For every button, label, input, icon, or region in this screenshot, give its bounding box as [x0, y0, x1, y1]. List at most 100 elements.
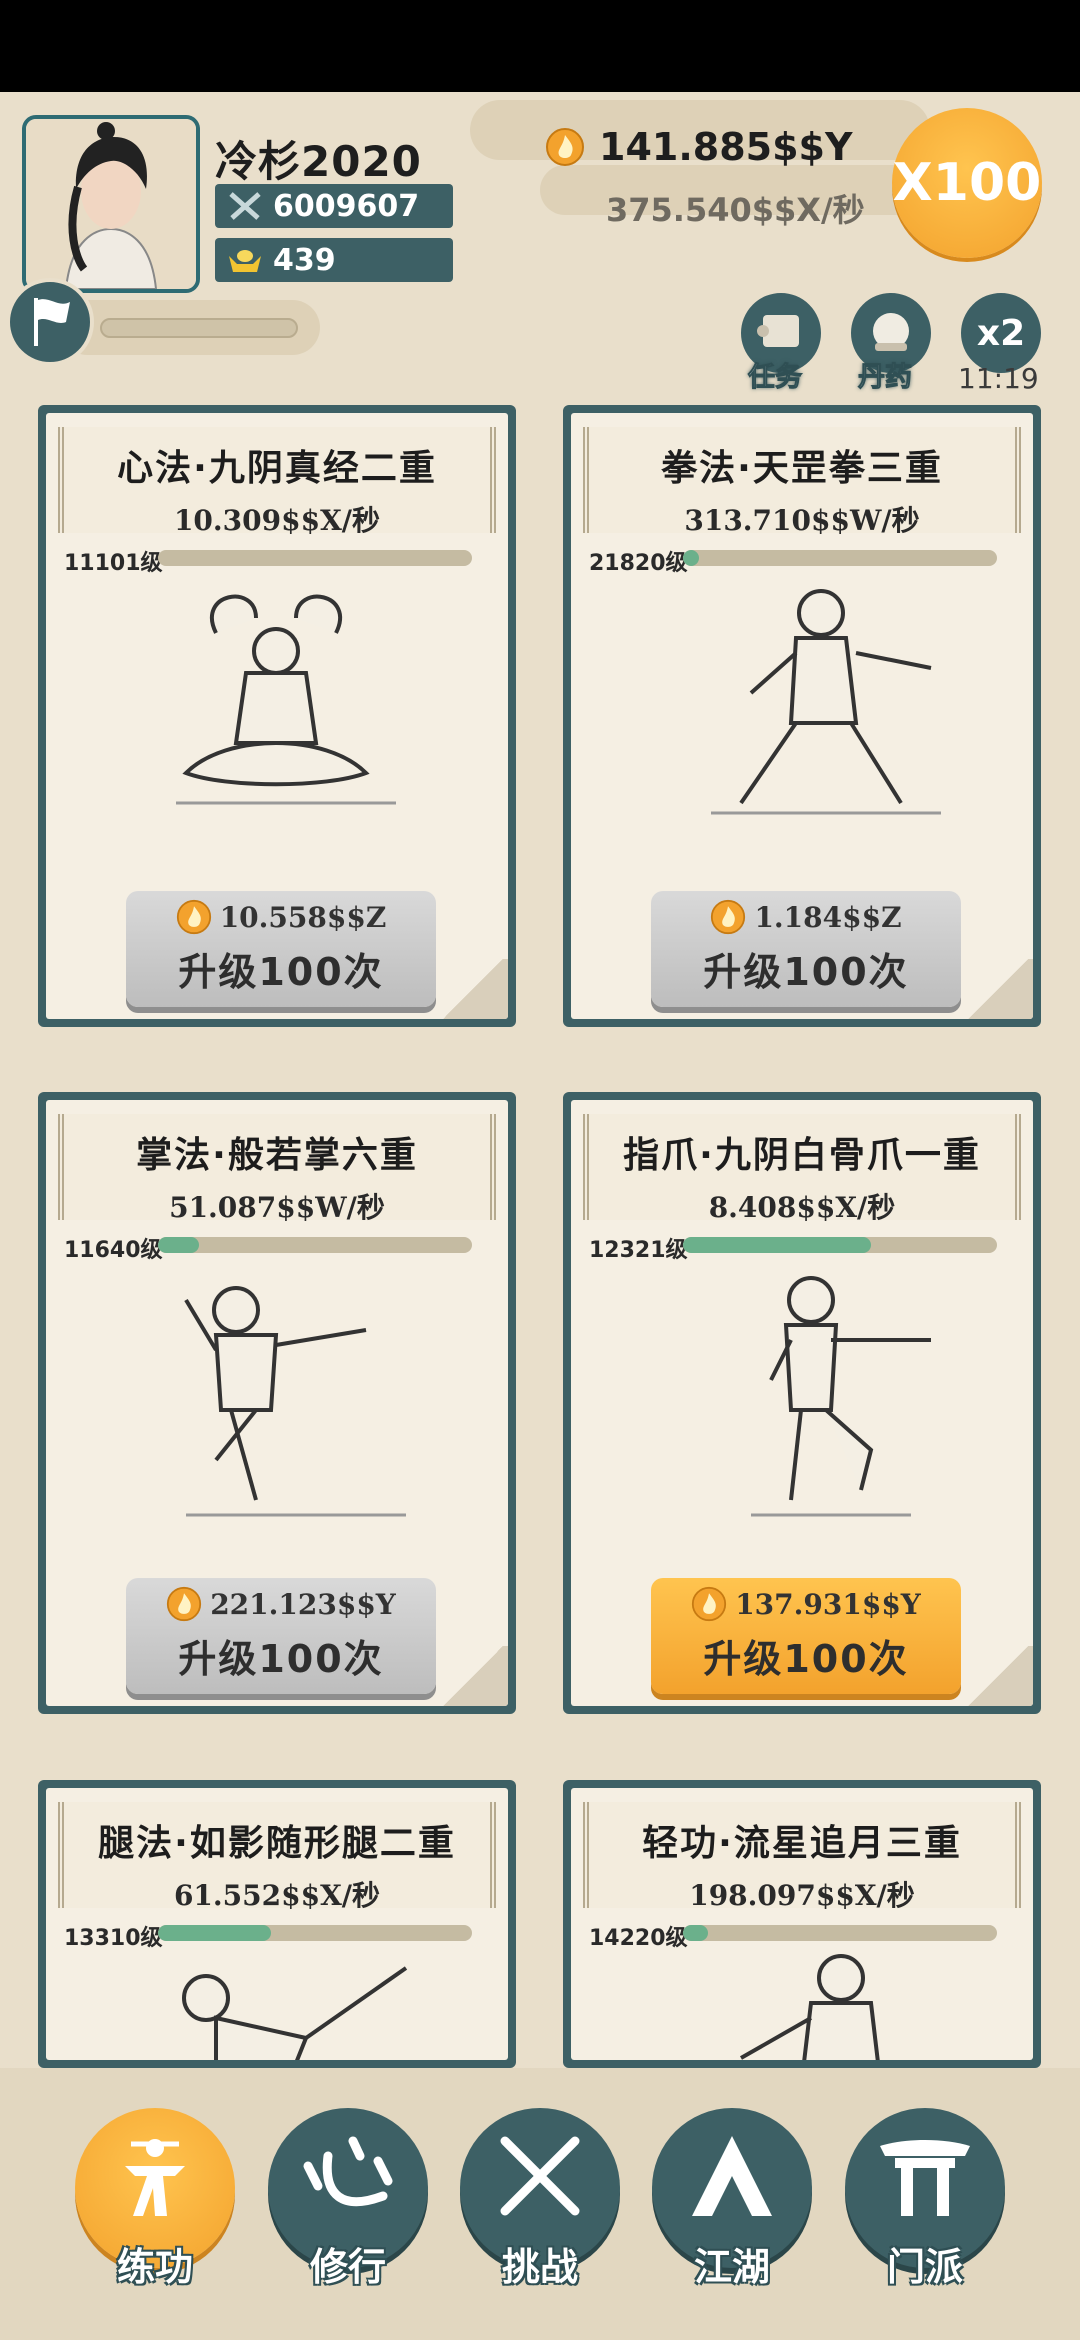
skill-title: 轻功·流星追月三重 — [642, 1823, 962, 1864]
skill-card-body: 指爪·九阴白骨爪一重 8.408$$X/秒 12321级 137.931$$Y 升级10… — [571, 1100, 1033, 1706]
skill-card-body: 拳法·天罡拳三重 313.710$$W/秒 21820级 1.184$$Z 升级100次 — [571, 413, 1033, 1019]
skill-card[interactable]: 指爪·九阴白骨爪一重 8.408$$X/秒 12321级 137.931$$Y 升级10… — [563, 1092, 1041, 1714]
skill-scroll-header: 掌法·般若掌六重 51.087$$W/秒 — [58, 1114, 496, 1224]
flame-coin-icon — [546, 128, 584, 166]
skill-scroll-header: 拳法·天罡拳三重 313.710$$W/秒 — [583, 427, 1021, 537]
currency-amount: 141.885$$Y — [599, 125, 853, 169]
skill-scroll-header: 腿法·如影随形腿二重 61.552$$X/秒 — [58, 1802, 496, 1912]
skill-card[interactable]: 心法·九阴真经二重 10.309$$X/秒 11101级 10.558$$Z 升级100… — [38, 405, 516, 1027]
nav-challenge-icon — [500, 2136, 580, 2216]
skill-rate: 8.408$$X/秒 — [708, 1191, 896, 1224]
nav-jianghu[interactable]: 江湖 — [652, 2108, 812, 2298]
flag-icon — [34, 298, 70, 346]
upgrade-label: 升级100次 — [703, 1637, 909, 1681]
nav-label: 门派 — [886, 2245, 963, 2289]
player-name: 冷杉2020 — [215, 137, 422, 186]
skill-scroll-header: 轻功·流星追月三重 198.097$$X/秒 — [583, 1802, 1021, 1912]
page-curl — [963, 959, 1033, 1019]
martial-artist-figure — [751, 1276, 931, 1517]
pill-label: 丹药 — [858, 362, 913, 394]
skill-title: 心法·九阴真经二重 — [117, 448, 437, 489]
page-curl — [438, 1646, 508, 1706]
upgrade-button[interactable]: 10.558$$Z 升级100次 — [126, 891, 436, 1007]
task-label: 任务 — [748, 362, 803, 394]
currency-rate: 375.540$$X/秒 — [606, 191, 865, 229]
flame-coin-icon — [167, 1586, 202, 1622]
currency-display: 141.885$$Y — [545, 125, 852, 169]
upgrade-label: 升级100次 — [703, 950, 909, 994]
skill-progress-bar — [683, 1237, 997, 1253]
nav-cultivate[interactable]: 修行 — [268, 2108, 428, 2298]
skill-progress-bar — [683, 550, 997, 566]
nav-practice-icon — [125, 2139, 185, 2216]
skill-rate: 51.087$$W/秒 — [169, 1191, 385, 1224]
upgrade-cost-value: 137.931$$Y — [735, 1587, 921, 1621]
upgrade-label: 升级100次 — [178, 1637, 384, 1681]
nav-sect[interactable]: 门派 — [845, 2108, 1005, 2298]
skill-scroll-header: 心法·九阴真经二重 10.309$$X/秒 — [58, 427, 496, 537]
power-stat: 6009607 — [215, 184, 453, 228]
martial-artist-figure — [711, 589, 941, 815]
gold-ingot-icon — [225, 244, 265, 276]
skill-progress-fill — [683, 550, 699, 566]
skill-card-body: 掌法·般若掌六重 51.087$$W/秒 11640级 221.123$$Y 升级100… — [46, 1100, 508, 1706]
multiplier-button[interactable]: X100 — [892, 108, 1042, 258]
martial-artist-figure — [182, 1966, 408, 2060]
skill-title: 拳法·天罡拳三重 — [661, 448, 943, 489]
gold-stat: 439 — [215, 238, 453, 282]
skill-title: 掌法·般若掌六重 — [136, 1135, 418, 1176]
skill-rate: 61.552$$X/秒 — [173, 1879, 381, 1912]
skill-title: 指爪·九阴白骨爪一重 — [623, 1135, 981, 1176]
upgrade-cost-value: 221.123$$Y — [210, 1587, 396, 1621]
skill-card[interactable]: 掌法·般若掌六重 51.087$$W/秒 11640级 221.123$$Y 升级100… — [38, 1092, 516, 1714]
upgrade-cost-value: 10.558$$Z — [219, 900, 387, 934]
flame-coin-icon — [176, 899, 211, 935]
avatar[interactable] — [22, 115, 200, 293]
skill-rate: 198.097$$X/秒 — [689, 1879, 915, 1912]
gold-value: 439 — [273, 242, 336, 278]
experience-bar — [100, 318, 298, 338]
upgrade-button[interactable]: 221.123$$Y 升级100次 — [126, 1578, 436, 1694]
guild-flag-button[interactable] — [6, 278, 94, 366]
skill-scroll-header: 指爪·九阴白骨爪一重 8.408$$X/秒 — [583, 1114, 1021, 1224]
upgrade-cost: 1.184$$Z — [651, 899, 961, 935]
skill-card[interactable]: 腿法·如影随形腿二重 61.552$$X/秒 13310级 — [38, 1780, 516, 2068]
nav-challenge[interactable]: 挑战 — [460, 2108, 620, 2298]
upgrade-cost: 137.931$$Y — [651, 1586, 961, 1622]
skill-progress-fill — [683, 1925, 709, 1941]
nav-practice[interactable]: 练功 — [75, 2108, 235, 2298]
skill-progress-bar — [158, 1925, 472, 1941]
skill-title: 腿法·如影随形腿二重 — [98, 1823, 456, 1864]
skill-progress-fill — [158, 1237, 199, 1253]
nav-label: 练功 — [116, 2245, 193, 2289]
upgrade-label: 升级100次 — [178, 950, 384, 994]
nav-cultivate-icon — [303, 2136, 393, 2207]
page-curl — [963, 1646, 1033, 1706]
flame-coin-icon — [692, 1586, 727, 1622]
upgrade-button[interactable]: 137.931$$Y 升级100次 — [651, 1578, 961, 1694]
crossed-swords-icon — [225, 190, 265, 222]
power-value: 6009607 — [273, 188, 420, 224]
skill-progress-bar — [158, 1237, 472, 1253]
upgrade-cost-value: 1.184$$Z — [754, 900, 902, 934]
skill-rate: 313.710$$W/秒 — [684, 504, 920, 537]
skill-card-body: 轻功·流星追月三重 198.097$$X/秒 14220级 — [571, 1788, 1033, 2060]
upgrade-cost: 10.558$$Z — [126, 899, 436, 935]
status-bar — [0, 0, 1080, 92]
skill-card-body: 腿法·如影随形腿二重 61.552$$X/秒 13310级 — [46, 1788, 508, 2060]
skill-card[interactable]: 拳法·天罡拳三重 313.710$$W/秒 21820级 1.184$$Z 升级100次 — [563, 405, 1041, 1027]
martial-artist-figure — [740, 1954, 880, 2060]
nav-label: 江湖 — [693, 2245, 770, 2289]
upgrade-cost: 221.123$$Y — [126, 1586, 436, 1622]
upgrade-button[interactable]: 1.184$$Z 升级100次 — [651, 891, 961, 1007]
martial-artist-figure — [184, 1286, 406, 1517]
skill-card[interactable]: 轻功·流星追月三重 198.097$$X/秒 14220级 — [563, 1780, 1041, 2068]
nav-sect-icon — [880, 2140, 970, 2216]
double-timer: 11:19 — [958, 362, 1039, 395]
double-label: x2 — [976, 312, 1026, 354]
flame-coin-icon — [711, 899, 746, 935]
nav-label: 修行 — [309, 2245, 386, 2289]
skill-rate: 10.309$$X/秒 — [173, 504, 381, 537]
skill-progress-bar — [158, 550, 472, 566]
skill-progress-bar — [683, 1925, 997, 1941]
